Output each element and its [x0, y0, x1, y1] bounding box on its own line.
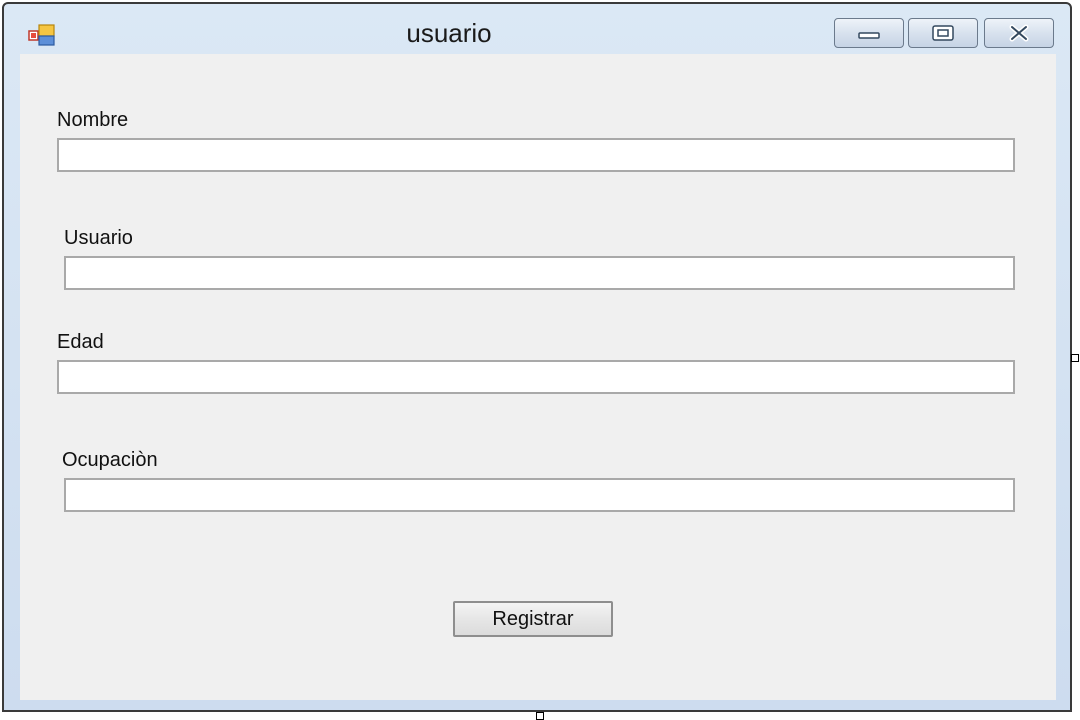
- usuario-label: Usuario: [64, 227, 133, 249]
- maximize-icon: [932, 25, 954, 41]
- app-window: usuario Nombre Usuario Edad Ocupaciòn Re…: [2, 2, 1072, 712]
- window-title: usuario: [406, 18, 492, 48]
- maximize-button[interactable]: [908, 18, 978, 48]
- close-button[interactable]: [984, 18, 1054, 48]
- usuario-input[interactable]: [64, 256, 1015, 290]
- registrar-button[interactable]: Registrar: [453, 601, 613, 637]
- ocupacion-label: Ocupaciòn: [62, 449, 158, 471]
- nombre-input[interactable]: [57, 138, 1015, 172]
- edad-label: Edad: [57, 331, 104, 353]
- form-body: Nombre Usuario Edad Ocupaciòn Registrar: [20, 54, 1056, 700]
- resize-handle-bottom[interactable]: [536, 712, 544, 720]
- edad-input[interactable]: [57, 360, 1015, 394]
- minimize-icon: [858, 32, 880, 39]
- ocupacion-input[interactable]: [64, 478, 1015, 512]
- title-bar[interactable]: usuario: [4, 4, 1070, 54]
- resize-handle-right[interactable]: [1071, 354, 1079, 362]
- nombre-label: Nombre: [57, 109, 129, 131]
- close-icon: [1009, 24, 1029, 42]
- minimize-button[interactable]: [834, 18, 904, 48]
